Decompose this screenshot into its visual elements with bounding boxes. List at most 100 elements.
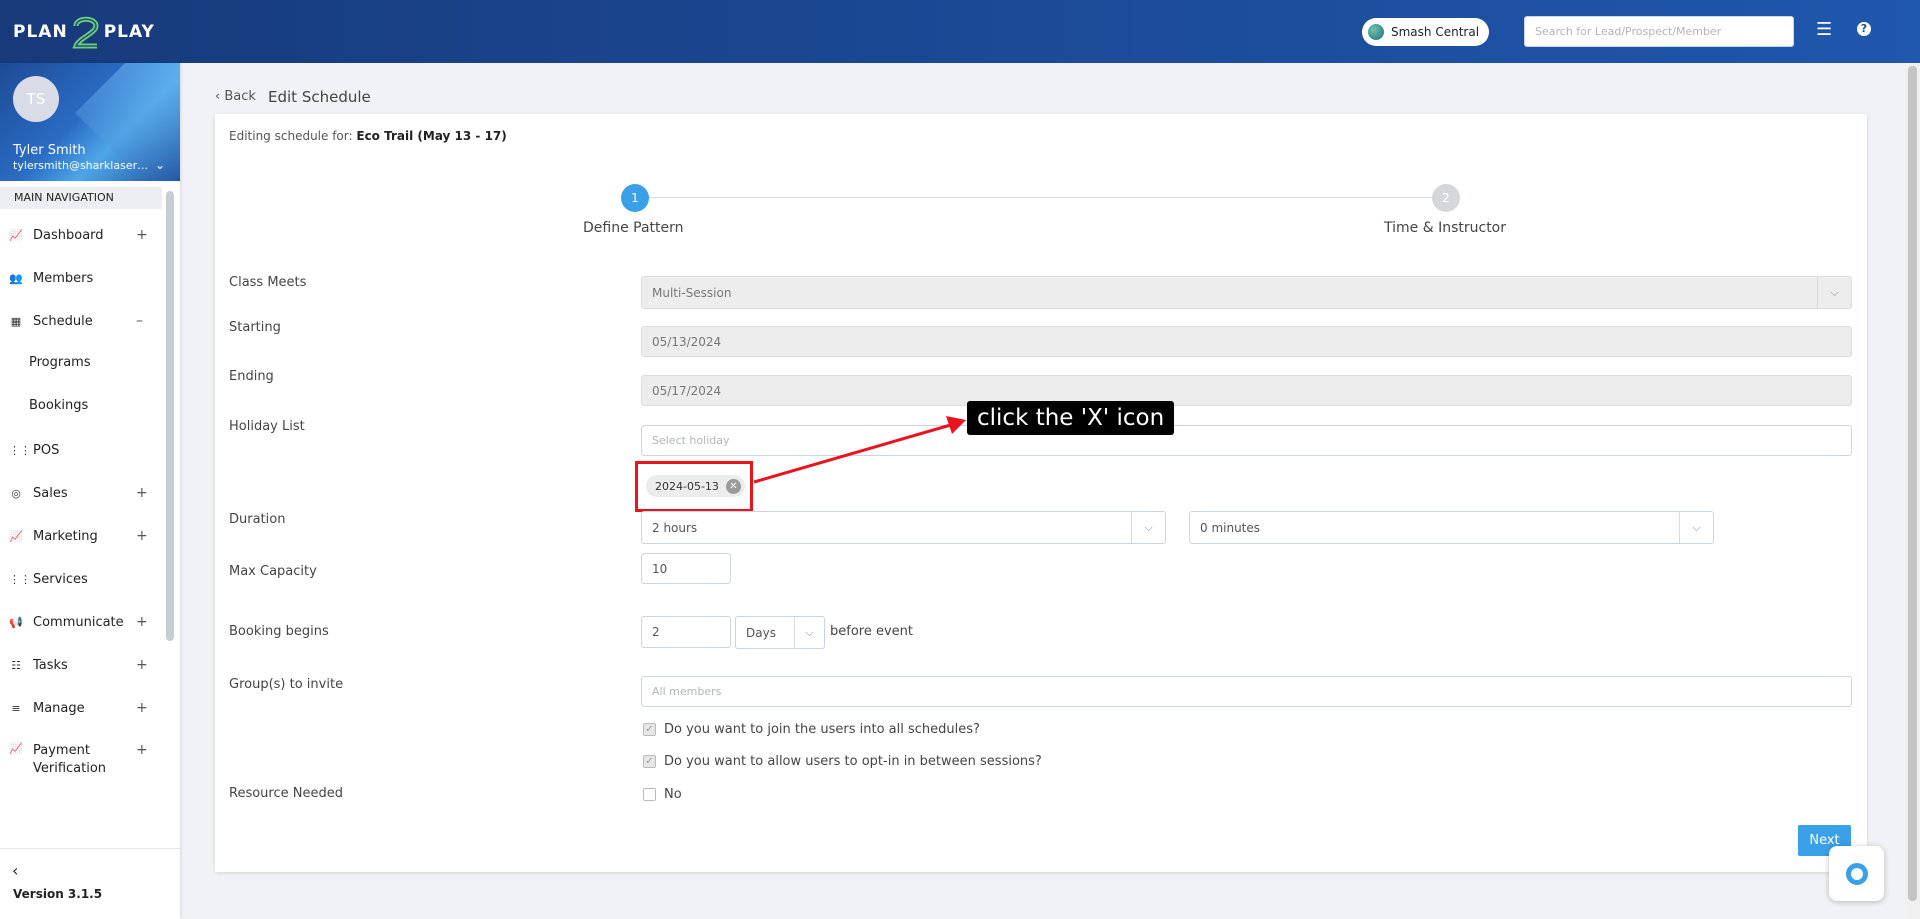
step-1-indicator[interactable]: 1 xyxy=(621,184,649,212)
sidebar-item-pos[interactable]: ⋮⋮ POS xyxy=(0,435,160,465)
resource-option-label: No xyxy=(664,787,682,802)
duration-label: Duration xyxy=(229,512,286,527)
calendar-icon: ▦ xyxy=(10,314,22,328)
search-input[interactable] xyxy=(1524,16,1794,47)
sidebar-item-marketing[interactable]: 📈 Marketing + xyxy=(0,521,160,551)
chevron-down-icon[interactable]: ⌄ xyxy=(155,158,165,172)
chart-icon: 📈 xyxy=(9,742,23,755)
sidebar-item-tasks[interactable]: ☷ Tasks + xyxy=(0,650,160,680)
sidebar-subitem-programs[interactable]: Programs xyxy=(29,355,91,370)
target-icon: ◎ xyxy=(11,486,21,500)
expand-icon[interactable]: + xyxy=(136,657,148,673)
duration-hours-value: 2 hours xyxy=(652,520,698,535)
chart-icon: 📈 xyxy=(9,228,23,242)
sidebar-footer: ‹ Version 3.1.5 xyxy=(0,848,180,919)
sidebar-item-label: Members xyxy=(33,270,94,286)
back-link[interactable]: ‹ Back xyxy=(215,89,256,104)
resource-checkbox[interactable] xyxy=(643,788,656,801)
list-icon: ☷ xyxy=(11,658,21,672)
groups-select-input[interactable]: All members xyxy=(641,676,1852,707)
user-email: tylersmith@sharklasers.com xyxy=(13,159,153,172)
sidebar-subitem-bookings[interactable]: Bookings xyxy=(29,398,88,413)
annotation-callout: click the 'X' icon xyxy=(967,401,1175,435)
stepper-line xyxy=(635,197,1445,198)
holiday-placeholder: Select holiday xyxy=(652,434,730,447)
plan2play-logo[interactable]: PLAN PLAY xyxy=(13,14,155,50)
users-icon: 👥 xyxy=(9,271,23,285)
remove-chip-icon[interactable]: ✕ xyxy=(725,478,741,494)
holiday-chip-label: 2024-05-13 xyxy=(655,479,719,493)
sidebar-item-sales[interactable]: ◎ Sales + xyxy=(0,478,160,508)
location-name: Smash Central xyxy=(1391,25,1480,39)
hamburger-menu-icon[interactable]: ☰ xyxy=(1816,21,1832,39)
chevron-down-icon: ⌵ xyxy=(794,617,824,648)
globe-icon xyxy=(1368,24,1384,40)
page-scrollbar-thumb[interactable] xyxy=(1908,66,1917,901)
back-label: Back xyxy=(224,89,256,104)
megaphone-icon: 📢 xyxy=(9,615,23,629)
duration-minutes-value: 0 minutes xyxy=(1200,520,1261,535)
resource-needed-label: Resource Needed xyxy=(229,786,343,801)
booking-begins-input[interactable]: 2 xyxy=(641,616,731,648)
editing-for-text: Editing schedule for: Eco Trail (May 13 … xyxy=(229,129,507,143)
expand-icon[interactable]: + xyxy=(136,700,148,716)
before-event-text: before event xyxy=(830,624,913,639)
sidebar-item-label: POS xyxy=(33,442,60,458)
booking-unit-select[interactable]: Days ⌵ xyxy=(735,616,825,649)
version-label: Version 3.1.5 xyxy=(13,887,103,901)
duration-minutes-select[interactable]: 0 minutes ⌵ xyxy=(1189,511,1714,544)
sidebar-item-label: Schedule xyxy=(33,313,93,329)
step-2-label: Time & Instructor xyxy=(1384,220,1507,236)
chevron-down-icon: ⌵ xyxy=(1679,512,1713,543)
sidebar-item-services[interactable]: ⋮⋮ Services xyxy=(0,564,160,594)
user-name: Tyler Smith xyxy=(13,143,86,158)
sidebar-item-label: Marketing xyxy=(33,528,98,544)
sidebar-item-dashboard[interactable]: 📈 Dashboard + xyxy=(0,220,160,250)
lifebuoy-icon xyxy=(1845,862,1868,885)
expand-icon[interactable]: + xyxy=(136,227,148,243)
booking-begins-value: 2 xyxy=(652,625,660,639)
sidebar-item-members[interactable]: 👥 Members xyxy=(0,263,160,293)
class-meets-label: Class Meets xyxy=(229,275,307,290)
page-scrollbar[interactable] xyxy=(1905,63,1920,919)
nav-header: MAIN NAVIGATION xyxy=(0,187,162,209)
expand-icon[interactable]: + xyxy=(136,614,148,630)
sidebar-item-label: Sales xyxy=(33,485,68,501)
support-button[interactable] xyxy=(1829,846,1884,901)
opt-in-checkbox[interactable]: ✓ xyxy=(643,755,656,768)
collapse-icon[interactable]: – xyxy=(136,313,143,329)
join-all-checkbox[interactable]: ✓ xyxy=(643,723,656,736)
sidebar-scrollbar[interactable] xyxy=(166,191,174,641)
booking-unit-value: Days xyxy=(746,625,776,640)
max-capacity-input[interactable]: 10 xyxy=(641,553,731,584)
top-bar: PLAN PLAY Smash Central ☰ ? xyxy=(0,0,1920,63)
step-1-label: Define Pattern xyxy=(583,220,684,236)
sidebar-item-label: Dashboard xyxy=(33,227,104,243)
sidebar-item-label: Manage xyxy=(33,700,85,716)
sidebar-item-communicate[interactable]: 📢 Communicate + xyxy=(0,607,160,637)
sidebar-item-manage[interactable]: ≡ Manage + xyxy=(0,693,160,723)
expand-icon[interactable]: + xyxy=(136,528,148,544)
chevron-left-icon[interactable]: ‹ xyxy=(12,861,18,880)
opt-in-option: ✓ Do you want to allow users to opt-in i… xyxy=(643,754,1042,769)
join-all-label: Do you want to join the users into all s… xyxy=(664,722,980,737)
sidebar-item-label: Payment Verification xyxy=(33,743,107,776)
schedule-name: Eco Trail (May 13 - 17) xyxy=(356,129,507,143)
help-icon[interactable]: ? xyxy=(1857,22,1871,36)
annotation-arrow xyxy=(753,416,966,484)
expand-icon[interactable]: + xyxy=(136,485,148,501)
grid-icon: ⋮⋮ xyxy=(9,443,31,457)
ending-label: Ending xyxy=(229,369,274,384)
location-selector[interactable]: Smash Central xyxy=(1362,18,1490,46)
logo-text-right: PLAY xyxy=(103,22,155,42)
sidebar-item-payment-verification[interactable]: 📈 Payment Verification + xyxy=(0,736,160,780)
holiday-list-label: Holiday List xyxy=(229,419,305,434)
duration-hours-select[interactable]: 2 hours ⌵ xyxy=(641,511,1166,544)
booking-begins-label: Booking begins xyxy=(229,624,329,639)
class-meets-value: Multi-Session xyxy=(652,285,732,300)
max-capacity-label: Max Capacity xyxy=(229,564,317,579)
starting-date-value: 05/13/2024 xyxy=(652,334,722,349)
expand-icon[interactable]: + xyxy=(136,742,148,758)
step-2-indicator[interactable]: 2 xyxy=(1432,184,1460,212)
sidebar-item-schedule[interactable]: ▦ Schedule – xyxy=(0,306,160,336)
